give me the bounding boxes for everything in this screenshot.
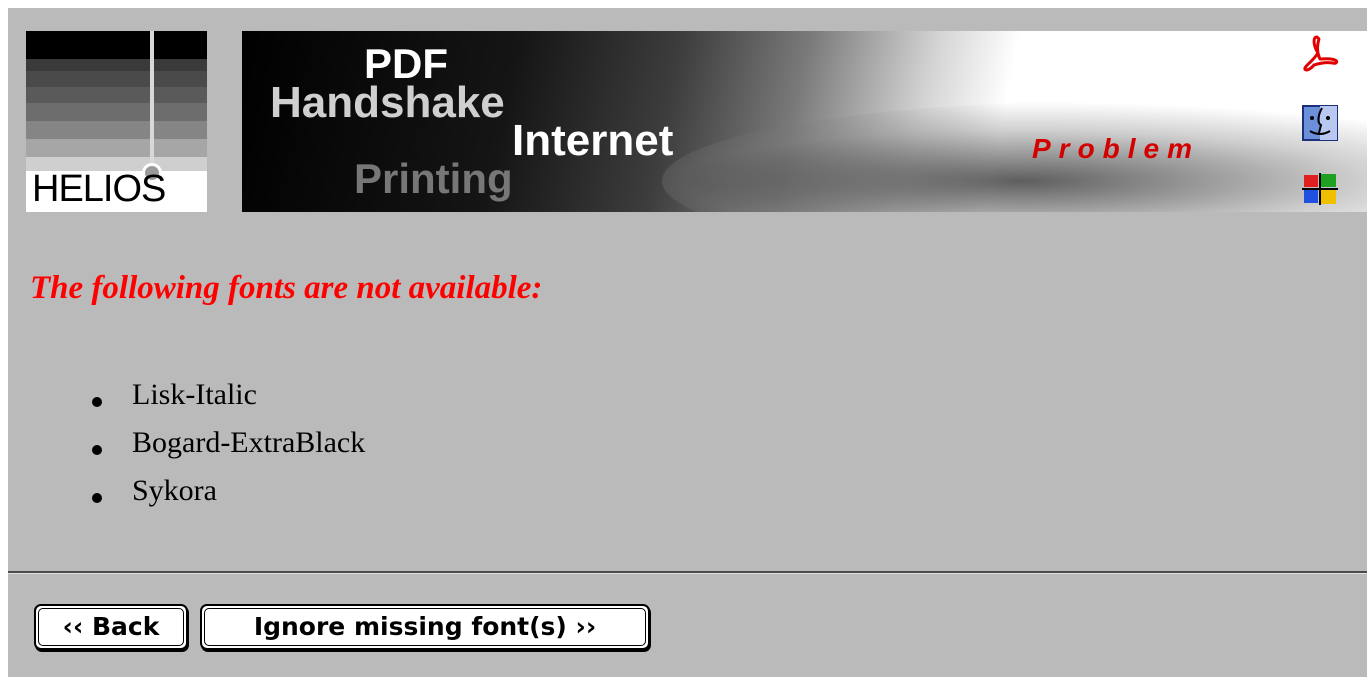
banner-internet-text: Internet <box>512 116 674 165</box>
logo-text: HELIOS <box>32 168 166 210</box>
missing-fonts-list: Lisk-Italic Bogard-ExtraBlack Sykora <box>92 371 365 515</box>
back-button[interactable]: ‹‹ Back <box>34 604 188 650</box>
banner-printing-text: Printing <box>354 155 513 202</box>
windows-icon <box>1302 173 1338 205</box>
list-item: Lisk-Italic <box>92 371 365 419</box>
logo-stripe <box>150 31 154 168</box>
list-item: Bogard-ExtraBlack <box>92 419 365 467</box>
banner-handshake-text: Handshake <box>270 78 505 127</box>
acrobat-icon <box>1303 35 1339 72</box>
banner-problem-text: Problem <box>1032 133 1201 164</box>
helios-logo: HELIOS <box>26 31 207 212</box>
mac-finder-icon <box>1302 105 1338 141</box>
banner-swoosh <box>662 101 1367 212</box>
page: HELIOS PDF Handshake Internet Printing P… <box>8 8 1367 677</box>
list-item: Sykora <box>92 467 365 515</box>
missing-fonts-heading: The following fonts are not available: <box>30 270 543 306</box>
divider <box>8 571 1367 574</box>
ignore-missing-fonts-button[interactable]: Ignore missing font(s) ›› <box>200 604 650 650</box>
banner: PDF Handshake Internet Printing Problem <box>242 31 1367 212</box>
